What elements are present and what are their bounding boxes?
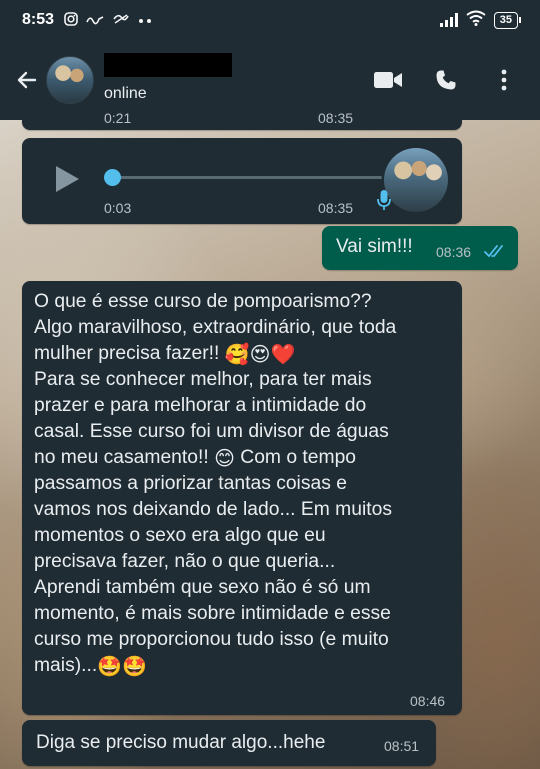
contact-status: online	[104, 85, 147, 102]
battery-indicator: 35	[493, 11, 522, 29]
message-text: Vai sim!!!	[336, 236, 413, 257]
voice-message[interactable]: 0:03 08:35	[22, 138, 462, 224]
voice-progress-track[interactable]	[114, 176, 382, 179]
sender-avatar	[384, 148, 448, 212]
message-time: 08:35	[318, 110, 354, 126]
contact-info[interactable]: online	[104, 50, 232, 110]
voice-duration: 0:21	[104, 110, 132, 126]
phone-icon	[436, 70, 456, 90]
vertical-dots-icon	[501, 69, 507, 91]
voice-duration: 0:03	[104, 200, 132, 216]
message-line: precisava fazer, não o que queria...	[34, 551, 336, 572]
more-dots-icon	[138, 13, 152, 27]
message-line: vamos nos deixando de lado... Em muitos	[34, 499, 392, 520]
read-receipt-icon	[484, 245, 503, 258]
video-camera-icon	[374, 72, 402, 88]
incoming-message[interactable]: Diga se preciso mudar algo...hehe 08:51	[22, 720, 436, 766]
message-text: Diga se preciso mudar algo...hehe	[36, 732, 326, 753]
overflow-menu-button[interactable]	[486, 62, 522, 98]
contact-name-redacted	[104, 53, 232, 77]
voice-message-partial[interactable]: 0:21 08:35	[22, 104, 462, 130]
app-badge-icon	[86, 13, 104, 28]
outgoing-message[interactable]: Vai sim!!! 08:36	[322, 226, 518, 270]
signal-icon	[439, 13, 458, 27]
message-line: casal. Esse curso foi um divisor de água…	[34, 421, 389, 442]
incoming-message[interactable]: O que é esse curso de pompoarismo?? Algo…	[22, 281, 462, 715]
video-call-button[interactable]	[370, 62, 406, 98]
message-line: mulher precisa fazer!! 🥰😍❤️	[34, 343, 296, 366]
status-time: 8:53	[22, 11, 55, 28]
voice-call-button[interactable]	[428, 62, 464, 98]
message-time: 08:46	[410, 693, 446, 709]
emoji-group: 😊	[214, 448, 235, 470]
message-line: O que é esse curso de pompoarismo??	[34, 291, 372, 312]
back-button[interactable]	[8, 60, 46, 100]
instagram-icon	[64, 11, 78, 29]
emoji-group: 🤩🤩	[97, 656, 148, 678]
message-line: momento, é mais sobre intimidade e esse	[34, 603, 391, 624]
emoji-group: 🥰😍❤️	[224, 344, 296, 366]
play-icon	[56, 166, 79, 192]
message-time: 08:51	[384, 738, 420, 754]
message-line: passamos a priorizar tantas coisas e	[34, 473, 347, 494]
status-bar: 8:53 35	[0, 0, 540, 40]
arrow-left-icon	[17, 71, 37, 89]
wifi-icon	[466, 10, 486, 30]
message-time: 08:36	[436, 244, 472, 260]
message-text: O que é esse curso de pompoarismo?? Algo…	[34, 289, 458, 679]
message-line: mais)...🤩🤩	[34, 655, 148, 678]
message-line: prazer e para melhorar a intimidade do	[34, 395, 367, 416]
message-line: no meu casamento!! 😊 Com o tempo	[34, 447, 357, 470]
microphone-icon	[376, 188, 392, 212]
play-button[interactable]	[52, 164, 82, 194]
message-line: Algo maravilhoso, extraordinário, que to…	[34, 317, 397, 338]
message-line: curso me proporcionou tudo isso (e muito	[34, 629, 389, 650]
voice-progress-knob[interactable]	[104, 169, 121, 186]
contact-avatar[interactable]	[46, 56, 94, 104]
message-line: Aprendi também que sexo não é só um	[34, 577, 371, 598]
message-line: momentos o sexo era algo que eu	[34, 525, 326, 546]
message-line: Para se conhecer melhor, para ter mais	[34, 369, 372, 390]
sync-icon	[112, 13, 130, 28]
message-time: 08:35	[318, 200, 354, 216]
